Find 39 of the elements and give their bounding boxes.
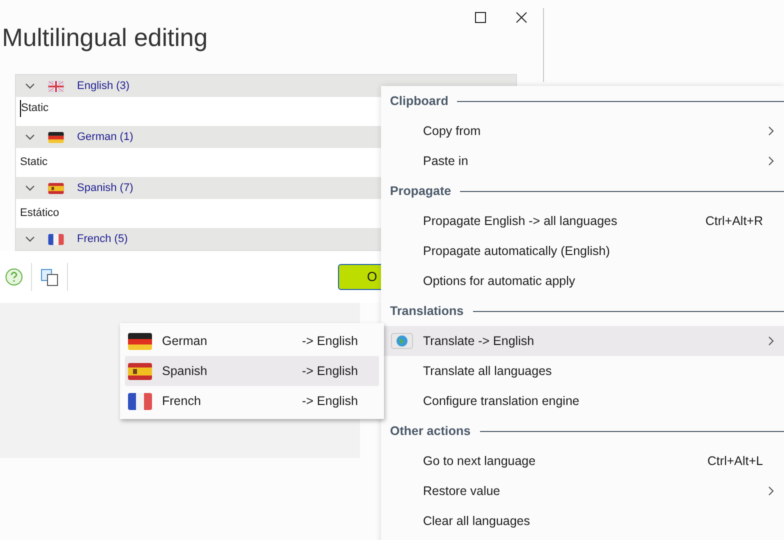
- flag-icon: [48, 182, 64, 194]
- menu-item[interactable]: Paste in: [381, 146, 784, 176]
- translation-field[interactable]: Static: [20, 100, 49, 116]
- chevron-right-icon: [768, 156, 774, 166]
- flag-icon: [128, 392, 152, 410]
- chevron-right-icon: [768, 126, 774, 136]
- chevron-down-icon: [25, 134, 35, 140]
- menu-item[interactable]: Restore value: [381, 476, 784, 506]
- globe-icon: [391, 333, 413, 349]
- window-title: Multilingual editing: [2, 23, 208, 54]
- menu-section-title: Other actions: [390, 422, 471, 440]
- flag-icon: [48, 132, 64, 142]
- submenu-item[interactable]: Spanish -> English: [125, 356, 379, 386]
- menu-section-title: Propagate: [390, 182, 452, 200]
- menu-item[interactable]: Translate -> English: [381, 326, 784, 356]
- menu-item[interactable]: Configure translation engine: [381, 386, 784, 416]
- translation-field[interactable]: Static: [20, 154, 48, 171]
- chevron-down-icon: [25, 185, 35, 191]
- chevron-down-icon: [25, 83, 35, 89]
- maximize-icon[interactable]: [475, 12, 486, 23]
- menu-item[interactable]: Translate all languages: [381, 356, 784, 386]
- shortcut-text: Ctrl+Alt+L: [707, 452, 763, 470]
- submenu-item[interactable]: German -> English: [125, 326, 379, 356]
- help-icon[interactable]: [5, 268, 23, 286]
- chevron-down-icon: [25, 236, 35, 242]
- chevron-right-icon: [768, 336, 774, 346]
- flag-icon: [48, 234, 64, 244]
- translate-icon[interactable]: [41, 268, 58, 286]
- flag-icon: [128, 332, 152, 350]
- menu-item[interactable]: Clear all languages: [381, 506, 784, 536]
- flag-icon: [48, 80, 64, 92]
- chevron-right-icon: [768, 486, 774, 496]
- menu-section-title: Translations: [390, 302, 464, 320]
- submenu-item[interactable]: French -> English: [125, 386, 379, 416]
- flag-icon: [128, 362, 152, 380]
- close-icon[interactable]: [516, 12, 527, 23]
- menu-item[interactable]: Go to next language Ctrl+Alt+L: [381, 446, 784, 476]
- translation-field[interactable]: Estático: [20, 205, 60, 222]
- shortcut-text: Ctrl+Alt+R: [705, 212, 763, 230]
